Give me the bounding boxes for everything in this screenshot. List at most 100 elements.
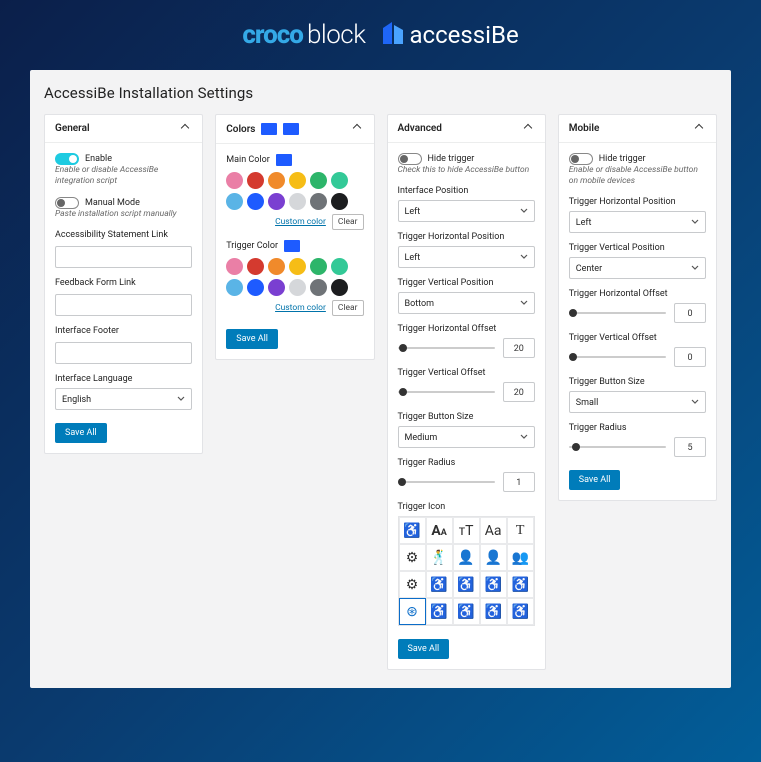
swatch[interactable] [331, 279, 348, 296]
m-th-pos-label: Trigger Horizontal Position [569, 197, 706, 207]
icon-gear2[interactable]: ⚙ [399, 571, 426, 598]
tv-off-value[interactable]: 20 [503, 382, 535, 402]
icon-letters[interactable]: AA [426, 517, 453, 544]
settings-columns: General Enable Enable or disable Accessi… [44, 114, 717, 670]
mobile-header[interactable]: Mobile [559, 115, 716, 143]
swatch[interactable] [247, 279, 264, 296]
swatch[interactable] [268, 193, 285, 210]
swatch[interactable] [289, 193, 306, 210]
manual-toggle[interactable] [55, 197, 79, 209]
swatch[interactable] [310, 279, 327, 296]
icon-gear[interactable]: ⚙ [399, 544, 426, 571]
interface-position-select[interactable]: Left [398, 200, 535, 222]
icon-wheelchair[interactable]: ♿ [399, 517, 426, 544]
th-off-slider[interactable] [398, 347, 495, 349]
icon-accessibility-circle[interactable]: ⊛ [399, 598, 426, 625]
swatch[interactable] [310, 193, 327, 210]
chevron-up-icon [525, 124, 535, 134]
icon-aa[interactable]: Aa [480, 517, 507, 544]
swatch[interactable] [310, 258, 327, 275]
mobile-save-button[interactable]: Save All [569, 470, 621, 490]
swatch[interactable] [226, 172, 243, 189]
th-pos-select[interactable]: Left [398, 246, 535, 268]
icon-wheelchair4[interactable]: ♿ [507, 571, 534, 598]
radius-slider[interactable] [398, 481, 495, 483]
size-select[interactable]: Medium [398, 426, 535, 448]
icon-text-size[interactable]: ᴛT [453, 517, 480, 544]
icon-users[interactable]: 👥 [507, 544, 534, 571]
m-radius-slider[interactable] [569, 446, 666, 448]
general-save-button[interactable]: Save All [55, 423, 107, 443]
swatch[interactable] [226, 258, 243, 275]
icon-user[interactable]: 👤 [480, 544, 507, 571]
swatch[interactable] [226, 193, 243, 210]
settings-panel: AccessiBe Installation Settings General … [30, 70, 731, 688]
swatch[interactable] [331, 193, 348, 210]
general-header[interactable]: General [45, 115, 202, 143]
icon-person[interactable]: 👤 [453, 544, 480, 571]
m-tv-off-slider[interactable] [569, 356, 666, 358]
swatch[interactable] [310, 172, 327, 189]
accessibe-logo: accessiBe [383, 21, 518, 49]
tv-off-slider[interactable] [398, 391, 495, 393]
advanced-save-button[interactable]: Save All [398, 639, 450, 659]
swatch[interactable] [331, 258, 348, 275]
m-size-select[interactable]: Small [569, 391, 706, 413]
footer-input[interactable] [55, 342, 192, 364]
icon-wheelchair5[interactable]: ♿ [426, 598, 453, 625]
icon-wheelchair2[interactable]: ♿ [426, 571, 453, 598]
colors-header[interactable]: Colors [216, 115, 373, 144]
hide-trigger-toggle[interactable] [398, 153, 422, 165]
main-color-swatches [226, 172, 363, 210]
swatch[interactable] [247, 172, 264, 189]
swatch[interactable] [268, 258, 285, 275]
clear-button[interactable]: Clear [332, 214, 364, 230]
general-card: General Enable Enable or disable Accessi… [44, 114, 203, 454]
m-th-off-value[interactable]: 0 [674, 303, 706, 323]
m-radius-value[interactable]: 5 [674, 437, 706, 457]
main-color-chip[interactable] [276, 154, 292, 166]
m-tv-pos-select[interactable]: Center [569, 257, 706, 279]
tv-pos-select[interactable]: Bottom [398, 292, 535, 314]
feedback-link-input[interactable] [55, 294, 192, 316]
custom-color-link[interactable]: Custom color [275, 303, 326, 313]
th-off-value[interactable]: 20 [503, 338, 535, 358]
swatch[interactable] [331, 172, 348, 189]
swatch[interactable] [268, 172, 285, 189]
swatch[interactable] [226, 279, 243, 296]
mobile-hide-toggle[interactable] [569, 153, 593, 165]
radius-value[interactable]: 1 [503, 472, 535, 492]
icon-person-arms[interactable]: 🕺 [426, 544, 453, 571]
language-select[interactable]: English [55, 388, 192, 410]
m-th-pos-select[interactable]: Left [569, 211, 706, 233]
swatch[interactable] [289, 172, 306, 189]
custom-color-link[interactable]: Custom color [275, 217, 326, 227]
swatch[interactable] [268, 279, 285, 296]
croco-text: croco [242, 20, 303, 50]
icon-text[interactable]: T [507, 517, 534, 544]
m-th-off-label: Trigger Horizontal Offset [569, 289, 706, 299]
icon-wheelchair6[interactable]: ♿ [453, 598, 480, 625]
radius-label: Trigger Radius [398, 458, 535, 468]
clear-button[interactable]: Clear [332, 300, 364, 316]
general-heading: General [55, 123, 90, 134]
m-th-off-slider[interactable] [569, 312, 666, 314]
accessibility-link-input[interactable] [55, 246, 192, 268]
m-tv-pos-label: Trigger Vertical Position [569, 243, 706, 253]
trigger-color-chip[interactable] [284, 240, 300, 252]
icon-wheelchair8[interactable]: ♿ [507, 598, 534, 625]
m-tv-off-value[interactable]: 0 [674, 347, 706, 367]
colors-heading: Colors [226, 124, 255, 135]
icon-wheelchair7[interactable]: ♿ [480, 598, 507, 625]
main-color-label: Main Color [226, 155, 270, 165]
crocoblock-logo: crocoblock [242, 20, 365, 50]
advanced-header[interactable]: Advanced [388, 115, 545, 143]
icon-wheelchair3[interactable]: ♿ [453, 571, 480, 598]
swatch[interactable] [247, 193, 264, 210]
swatch[interactable] [289, 279, 306, 296]
swatch[interactable] [289, 258, 306, 275]
swatch[interactable] [247, 258, 264, 275]
colors-save-button[interactable]: Save All [226, 329, 278, 349]
enable-toggle[interactable] [55, 153, 79, 165]
icon-wheelchair-heart[interactable]: ♿ [480, 571, 507, 598]
